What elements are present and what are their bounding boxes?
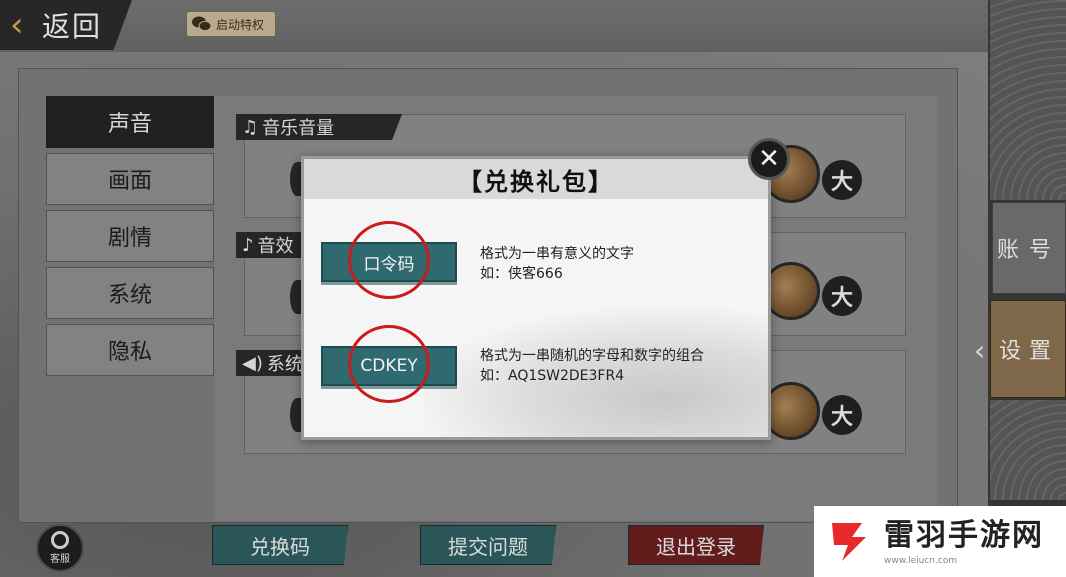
cdkey-example-text: 如：AQ1SW2DE3FR4 xyxy=(480,368,625,384)
close-icon[interactable]: ✕ xyxy=(748,138,790,180)
watermark-title: 雷羽手游网 xyxy=(884,517,1044,553)
cdkey-description: 格式为一串随机的字母和数字的组合 如：AQ1SW2DE3FR4 xyxy=(480,346,704,386)
redeem-gift-dialog: 【兑换礼包】 口令码 格式为一串有意义的文字 如：侠客666 CDKEY 格式为… xyxy=(301,156,771,440)
site-watermark: 雷羽手游网 www.leiucn.com xyxy=(814,506,1066,577)
passcode-example-text: 如：侠客666 xyxy=(480,266,563,282)
cdkey-format-text: 格式为一串随机的字母和数字的组合 xyxy=(480,348,704,364)
annotation-circle xyxy=(348,221,430,299)
passcode-description: 格式为一串有意义的文字 如：侠客666 xyxy=(480,244,634,284)
annotation-circle xyxy=(348,325,430,403)
site-logo-icon xyxy=(832,522,866,561)
watermark-url: www.leiucn.com xyxy=(884,555,958,566)
dialog-title: 【兑换礼包】 xyxy=(304,159,768,199)
passcode-format-text: 格式为一串有意义的文字 xyxy=(480,246,634,262)
